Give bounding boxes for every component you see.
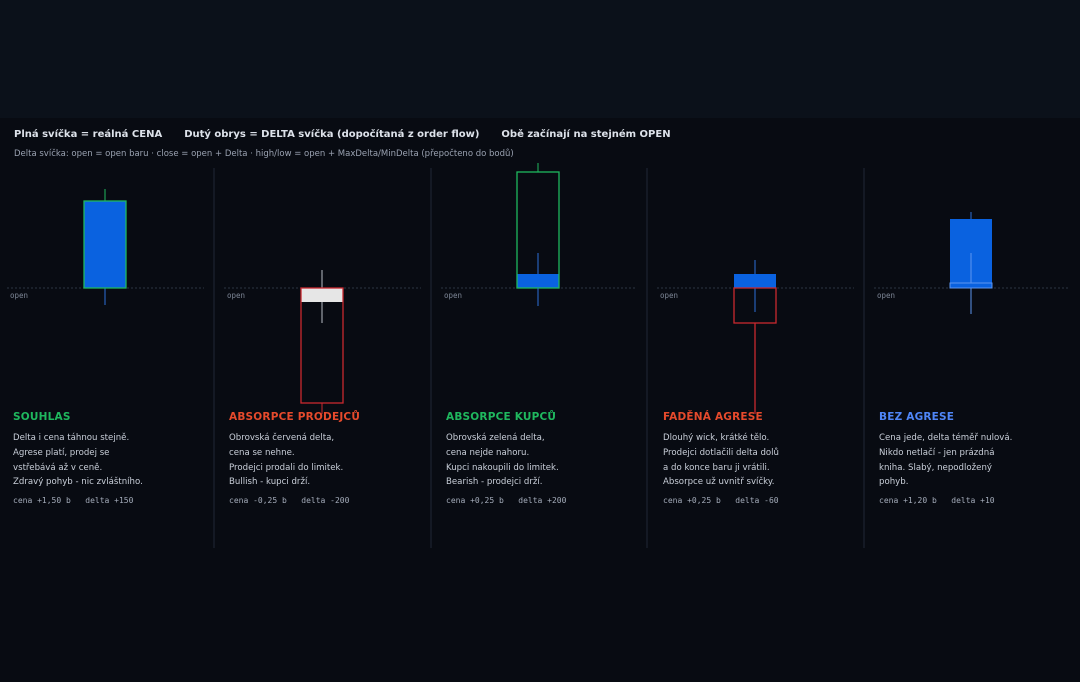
panel-5-candles xyxy=(949,212,993,314)
open-label: open xyxy=(227,291,245,300)
verdict-description: Cena jede, delta téměř nulová. Nikdo net… xyxy=(879,431,1069,490)
description-line: Delta i cena táhnou stejně. xyxy=(13,433,130,443)
description-line: Prodejci prodali do limitek. xyxy=(229,462,344,473)
description-line: Obrovská zelená delta, xyxy=(446,433,545,443)
description-line: Agrese platí, prodej se xyxy=(13,447,110,458)
description-line: Nikdo netlačí - jen prázdná xyxy=(879,447,995,458)
description-line: Cena jede, delta téměř nulová. xyxy=(879,433,1013,443)
panel-fadena-agrese: FADĚNÁ AGRESE Dlouhý wick, krátké tělo. … xyxy=(663,411,853,505)
panel-absorpce-prodejcu: ABSORPCE PRODEJCŮ Obrovská červená delta… xyxy=(229,411,419,505)
description-line: Bullish - kupci drží. xyxy=(229,477,311,488)
panel-4-candles xyxy=(733,260,777,414)
panel-3-candles xyxy=(516,163,560,306)
description-line: cena se nehne. xyxy=(229,447,295,458)
price-delta-stats: cena -0,25 b delta -200 xyxy=(229,496,350,506)
description-line: Absorpce už uvnitř svíčky. xyxy=(663,477,775,488)
panel-bez-agrese: BEZ AGRESE Cena jede, delta téměř nulová… xyxy=(879,411,1069,505)
description-line: cena nejde nahoru. xyxy=(446,447,530,458)
verdict-title: SOUHLAS xyxy=(13,411,71,423)
verdict-description: Delta i cena táhnou stejně. Agrese platí… xyxy=(13,431,203,490)
panel-absorpce-kupcu: ABSORPCE KUPCŮ Obrovská zelená delta, ce… xyxy=(446,411,636,505)
description-line: Kupci nakoupili do limitek. xyxy=(446,462,559,473)
verdict-title: BEZ AGRESE xyxy=(879,411,955,423)
candles-diagram: open open open open open xyxy=(7,163,1070,548)
description-line: kniha. Slabý, nepodložený xyxy=(879,462,992,473)
description-line: pohyb. xyxy=(879,477,909,488)
price-candle-body xyxy=(734,274,776,288)
panel-souhlas: SOUHLAS Delta i cena táhnou stejně. Agre… xyxy=(13,411,203,505)
open-label: open xyxy=(444,291,462,300)
description-line: Zdravý pohyb - nic zvláštního. xyxy=(13,477,143,488)
panel-2-candles xyxy=(300,270,344,414)
price-delta-stats: cena +1,50 b delta +150 xyxy=(13,496,134,506)
price-candle-body xyxy=(301,288,343,302)
verdict-title: FADĚNÁ AGRESE xyxy=(663,411,763,423)
verdict-description: Dlouhý wick, krátké tělo. Prodejci dotla… xyxy=(663,431,853,490)
verdict-description: Obrovská zelená delta, cena nejde nahoru… xyxy=(446,431,636,490)
panel-1-candles xyxy=(83,189,127,305)
price-delta-stats: cena +0,25 b delta -60 xyxy=(663,496,779,506)
description-line: Bearish - prodejci drží. xyxy=(446,477,543,488)
description-line: vstřebává až v ceně. xyxy=(13,462,103,473)
verdict-title: ABSORPCE KUPCŮ xyxy=(446,411,557,423)
description-line: Dlouhý wick, krátké tělo. xyxy=(663,433,770,443)
description-line: Prodejci dotlačili delta dolů xyxy=(663,447,780,458)
description-line: Obrovská červená delta, xyxy=(229,433,335,443)
price-candle-body xyxy=(517,274,559,288)
verdict-title: ABSORPCE PRODEJCŮ xyxy=(229,411,361,423)
open-label: open xyxy=(10,291,28,300)
price-delta-stats: cena +0,25 b delta +200 xyxy=(446,496,567,506)
price-delta-stats: cena +1,20 b delta +10 xyxy=(879,496,995,506)
price-candle-body xyxy=(84,201,126,288)
description-line: a do konce baru ji vrátili. xyxy=(663,462,770,473)
verdict-description: Obrovská červená delta, cena se nehne. P… xyxy=(229,431,419,490)
open-label: open xyxy=(877,291,895,300)
open-label: open xyxy=(660,291,678,300)
